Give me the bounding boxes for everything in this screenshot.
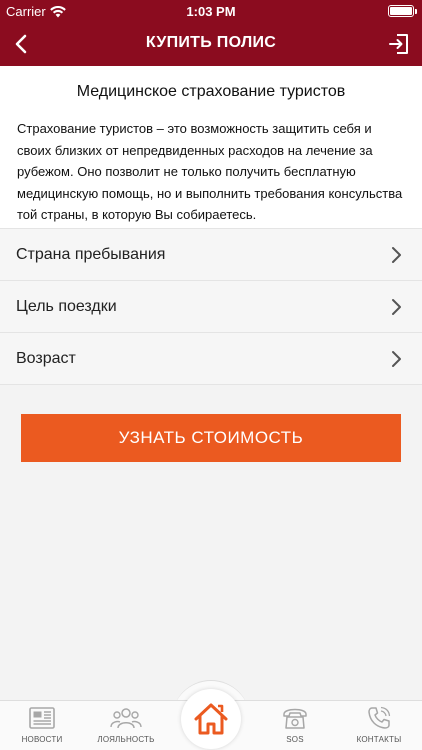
tab-label: SOS	[286, 735, 304, 744]
clock: 1:03 PM	[186, 4, 236, 19]
option-age[interactable]: Возраст	[0, 333, 422, 385]
option-label: Возраст	[16, 349, 76, 367]
get-price-button[interactable]: УЗНАТЬ СТОИМОСТЬ	[21, 414, 401, 462]
option-label: Страна пребывания	[16, 245, 166, 263]
tab-label: НОВОСТИ	[21, 735, 63, 744]
logout-icon	[389, 34, 408, 54]
battery-icon	[388, 5, 417, 17]
tab-news[interactable]: НОВОСТИ	[0, 701, 84, 750]
tab-loyalty[interactable]: ЛОЯЛЬНОСТЬ	[84, 701, 168, 750]
chevron-right-icon	[392, 299, 401, 315]
tab-label: КОНТАКТЫ	[356, 735, 402, 744]
nav-bar: КУПИТЬ ПОЛИС	[0, 22, 422, 66]
exit-button[interactable]	[386, 31, 412, 57]
newspaper-icon	[29, 707, 55, 729]
chevron-right-icon	[392, 247, 401, 263]
option-label: Цель поездки	[16, 297, 117, 315]
tab-contacts[interactable]: КОНТАКТЫ	[337, 701, 421, 750]
options-list: Страна пребывания Цель поездки Возраст	[0, 228, 422, 385]
people-icon	[110, 708, 142, 729]
handset-icon	[368, 706, 391, 729]
tab-label: ЛОЯЛЬНОСТЬ	[97, 735, 155, 744]
phone-icon	[283, 708, 307, 729]
home-icon	[194, 703, 228, 735]
chevron-left-icon	[15, 34, 27, 54]
section-heading: Медицинское страхование туристов	[76, 83, 346, 100]
status-bar: Carrier 1:03 PM	[0, 0, 422, 22]
tab-sos[interactable]: SOS	[253, 701, 337, 750]
back-button[interactable]	[4, 28, 38, 60]
option-trip-purpose[interactable]: Цель поездки	[0, 281, 422, 333]
chevron-right-icon	[392, 351, 401, 367]
page-title: КУПИТЬ ПОЛИС	[145, 34, 277, 51]
option-country[interactable]: Страна пребывания	[0, 229, 422, 281]
tab-home[interactable]	[181, 689, 241, 749]
